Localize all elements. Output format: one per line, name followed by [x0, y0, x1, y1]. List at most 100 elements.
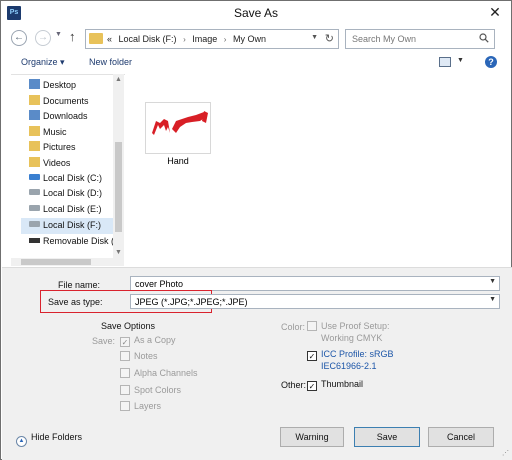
scrollbar-thumb[interactable] [115, 142, 122, 232]
help-icon[interactable]: ? [485, 56, 497, 68]
chevron-down-icon[interactable]: ▼ [113, 249, 124, 256]
alpha-channels-checkbox[interactable]: Alpha Channels [120, 368, 198, 378]
refresh-icon[interactable]: ↻ [325, 32, 334, 45]
chevron-right-icon[interactable]: › [224, 35, 227, 44]
breadcrumb-my-own[interactable]: My Own [233, 34, 266, 44]
sidebar-item-local-disk-d[interactable]: Local Disk (D:) [29, 188, 102, 202]
checkbox-icon: ✓ [307, 351, 317, 361]
file-name-input[interactable]: cover Photo ▼ [130, 276, 500, 291]
drive-icon [29, 205, 40, 211]
downloads-icon [29, 110, 40, 120]
navigation-pane-scrollbar[interactable]: ▲ ▼ [113, 74, 124, 258]
windows-drive-icon [29, 174, 40, 180]
chevron-up-icon[interactable]: ▲ [113, 76, 124, 83]
chevron-right-icon[interactable]: › [183, 35, 186, 44]
chevron-down-icon[interactable]: ▼ [489, 296, 496, 303]
file-item-label[interactable]: Hand [145, 156, 211, 166]
save-options-heading: Save Options [101, 321, 156, 331]
new-folder-button[interactable]: New folder [89, 57, 132, 67]
desktop-icon [29, 79, 40, 89]
back-button[interactable]: ← [11, 30, 27, 46]
navigation-pane: Desktop Documents Downloads Music Pictur… [11, 74, 125, 258]
chevron-up-icon: ▲ [16, 436, 27, 447]
warning-button[interactable]: Warning [280, 427, 344, 447]
sidebar-item-documents[interactable]: Documents [29, 95, 89, 109]
chevron-down-icon[interactable]: ▼ [457, 57, 464, 64]
checkbox-icon [120, 351, 130, 361]
close-button[interactable]: ✕ [484, 3, 506, 21]
view-options-icon[interactable] [439, 57, 451, 67]
file-name-label: File name: [58, 280, 101, 290]
file-list: Hand [125, 74, 501, 258]
checkbox-icon [120, 401, 130, 411]
notes-checkbox[interactable]: Notes [120, 351, 158, 361]
documents-icon [29, 95, 40, 105]
search-input[interactable]: Search My Own [345, 29, 495, 49]
sidebar-item-desktop[interactable]: Desktop [29, 79, 76, 93]
recent-locations-dropdown[interactable]: ▼ [55, 31, 62, 38]
file-name-value: cover Photo [135, 279, 184, 289]
sidebar-item-pictures[interactable]: Pictures [29, 141, 76, 155]
organize-button[interactable]: Organize ▾ [21, 57, 65, 68]
breadcrumb-image[interactable]: Image [192, 34, 217, 44]
as-a-copy-checkbox[interactable]: ✓ As a Copy [120, 335, 176, 347]
resize-grip-icon[interactable]: ⋰ [502, 449, 509, 457]
drive-icon [29, 189, 40, 195]
sidebar-item-local-disk-f[interactable]: Local Disk (F:) [21, 218, 119, 234]
checkbox-icon [307, 321, 317, 331]
checkbox-icon [120, 368, 130, 378]
breadcrumb-local-disk-f[interactable]: Local Disk (F:) [119, 34, 177, 44]
music-icon [29, 126, 40, 136]
sidebar-item-local-disk-e[interactable]: Local Disk (E:) [29, 204, 102, 218]
save-as-type-label: Save as type: [48, 297, 103, 307]
sidebar-item-removable-disk[interactable]: Removable Disk ( [29, 236, 114, 250]
save-panel: File name: cover Photo ▼ Save as type: J… [2, 267, 512, 460]
color-label: Color: [281, 322, 306, 332]
drive-icon [29, 221, 40, 227]
hand-image-preview [152, 111, 208, 135]
window-title: Save As [233, 6, 279, 20]
file-list-scrollbar [490, 74, 501, 258]
navigation-row: ← → ▼ ↑ « Local Disk (F:) › Image › My O… [1, 27, 511, 51]
save-button[interactable]: Save [354, 427, 420, 447]
proof-profile-text: Working CMYK [321, 333, 383, 343]
search-icon [479, 33, 489, 43]
checkbox-icon [120, 385, 130, 395]
sidebar-item-downloads[interactable]: Downloads [29, 110, 88, 124]
checkbox-icon: ✓ [307, 381, 317, 391]
file-item-thumbnail[interactable] [145, 102, 211, 154]
scrollbar-thumb[interactable] [21, 259, 91, 265]
address-bar[interactable]: « Local Disk (F:) › Image › My Own ▼ ↻ [85, 29, 339, 49]
hide-folders-button[interactable]: ▲ Hide Folders [16, 432, 82, 447]
search-placeholder: Search My Own [352, 34, 417, 44]
thumbnail-checkbox[interactable]: ✓ Thumbnail [307, 379, 363, 391]
cancel-button[interactable]: Cancel [428, 427, 494, 447]
checkbox-icon: ✓ [120, 337, 130, 347]
command-toolbar: Organize ▾ New folder ▼ ? [1, 53, 511, 73]
other-label: Other: [281, 380, 307, 390]
spot-colors-checkbox[interactable]: Spot Colors [120, 385, 181, 395]
sidebar-item-videos[interactable]: Videos [29, 157, 70, 171]
up-button[interactable]: ↑ [69, 29, 76, 44]
navigation-pane-hscrollbar[interactable] [11, 258, 124, 266]
save-as-type-value: JPEG (*.JPG;*.JPEG;*.JPE) [135, 297, 248, 307]
icc-profile-name: IEC61966-2.1 [321, 361, 377, 371]
sidebar-item-local-disk-c[interactable]: Local Disk (C:) [29, 173, 102, 187]
layers-checkbox[interactable]: Layers [120, 401, 161, 411]
chevron-down-icon[interactable]: ▼ [311, 34, 318, 41]
use-proof-setup-checkbox[interactable]: Use Proof Setup: [307, 321, 390, 331]
videos-icon [29, 157, 40, 167]
folder-icon [89, 33, 103, 44]
breadcrumb-overflow[interactable]: « [107, 34, 112, 44]
pictures-icon [29, 141, 40, 151]
breadcrumb: « Local Disk (F:) › Image › My Own [107, 34, 270, 44]
sidebar-item-music[interactable]: Music [29, 126, 67, 140]
usb-drive-icon [29, 238, 40, 243]
forward-button[interactable]: → [35, 30, 51, 46]
save-as-type-select[interactable]: JPEG (*.JPG;*.JPEG;*.JPE) ▼ [130, 294, 500, 309]
icc-profile-checkbox[interactable]: ✓ ICC Profile: sRGB [307, 349, 394, 361]
title-bar: Ps Save As ✕ [1, 1, 511, 25]
save-as-dialog: Ps Save As ✕ ← → ▼ ↑ « Local Disk (F:) ›… [0, 0, 512, 460]
chevron-down-icon[interactable]: ▼ [489, 278, 496, 285]
save-label: Save: [92, 336, 116, 346]
